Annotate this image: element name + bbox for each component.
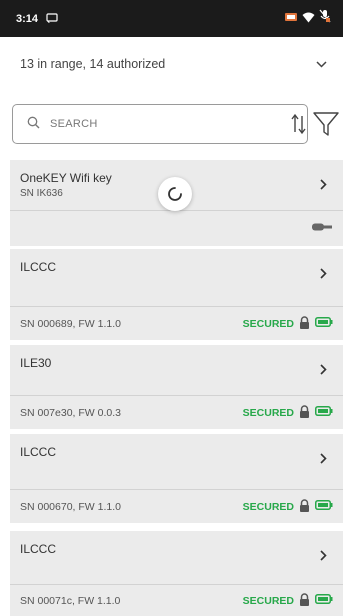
secured-label: SECURED [242, 317, 294, 330]
chevron-right-icon[interactable] [320, 548, 327, 566]
device-card[interactable]: ILCCC SN 000670, FW 1.1.0 SECURED [10, 434, 343, 523]
range-selector[interactable]: 13 in range, 14 authorized [0, 44, 343, 84]
device-details: SN 000689, FW 1.1.0 [20, 317, 121, 330]
chevron-right-icon[interactable] [320, 451, 327, 469]
lock-icon [299, 315, 310, 332]
device-status: SECURED [242, 404, 333, 421]
cast-connected-icon [284, 10, 298, 28]
cast-icon [46, 10, 58, 28]
wifi-icon [302, 10, 315, 28]
battery-icon [315, 594, 333, 607]
device-card-footer: SN 007e30, FW 0.0.3 SECURED [10, 395, 343, 429]
device-card-header[interactable]: ILCCC [10, 249, 343, 306]
lock-icon [299, 404, 310, 421]
search-input[interactable]: SEARCH [12, 104, 308, 144]
device-status [311, 222, 333, 235]
device-card[interactable]: ILCCC SN 00071c, FW 1.1.0 SECURED [10, 531, 343, 616]
device-card-footer: SN 000670, FW 1.1.0 SECURED [10, 489, 343, 523]
chevron-down-icon[interactable] [316, 57, 327, 71]
key-icon [311, 222, 333, 235]
device-card-header[interactable]: ILCCC [10, 531, 343, 584]
device-name: ILCCC [20, 445, 57, 459]
status-bar: 3:14 [0, 0, 343, 37]
battery-icon [315, 500, 333, 513]
device-card-footer: SN 000689, FW 1.1.0 SECURED [10, 306, 343, 340]
search-icon [27, 116, 40, 132]
device-card-header[interactable]: ILCCC [10, 434, 343, 489]
secured-label: SECURED [242, 594, 294, 607]
device-name: ILCCC [20, 542, 57, 556]
mic-off-icon [319, 9, 331, 28]
status-time: 3:14 [16, 12, 39, 25]
device-card-footer: SN 00071c, FW 1.1.0 SECURED [10, 584, 343, 616]
chevron-right-icon[interactable] [320, 177, 327, 195]
device-name: ILCCC [20, 260, 57, 274]
lock-icon [299, 592, 310, 609]
device-status: SECURED [242, 592, 333, 609]
device-status: SECURED [242, 498, 333, 515]
device-card[interactable]: ILE30 SN 007e30, FW 0.0.3 SECURED [10, 345, 343, 429]
device-details: SN 000670, FW 1.1.0 [20, 500, 121, 513]
filter-icon[interactable] [312, 108, 340, 138]
device-card[interactable]: ILCCC SN 000689, FW 1.1.0 SECURED [10, 249, 343, 340]
sort-icon[interactable] [288, 110, 310, 138]
secured-label: SECURED [242, 406, 294, 419]
device-details: SN 00071c, FW 1.1.0 [20, 594, 121, 607]
search-placeholder: SEARCH [50, 118, 98, 130]
chevron-right-icon[interactable] [320, 362, 327, 380]
battery-icon [315, 406, 333, 419]
device-status: SECURED [242, 315, 333, 332]
device-card-footer [10, 210, 343, 246]
device-details: SN 007e30, FW 0.0.3 [20, 406, 121, 419]
lock-icon [299, 498, 310, 515]
secured-label: SECURED [242, 500, 294, 513]
loading-spinner-icon [158, 177, 192, 211]
device-card-header[interactable]: ILE30 [10, 345, 343, 395]
chevron-right-icon[interactable] [320, 266, 327, 284]
battery-icon [315, 317, 333, 330]
device-name: ILE30 [20, 356, 52, 370]
range-summary-text: 13 in range, 14 authorized [20, 57, 166, 71]
